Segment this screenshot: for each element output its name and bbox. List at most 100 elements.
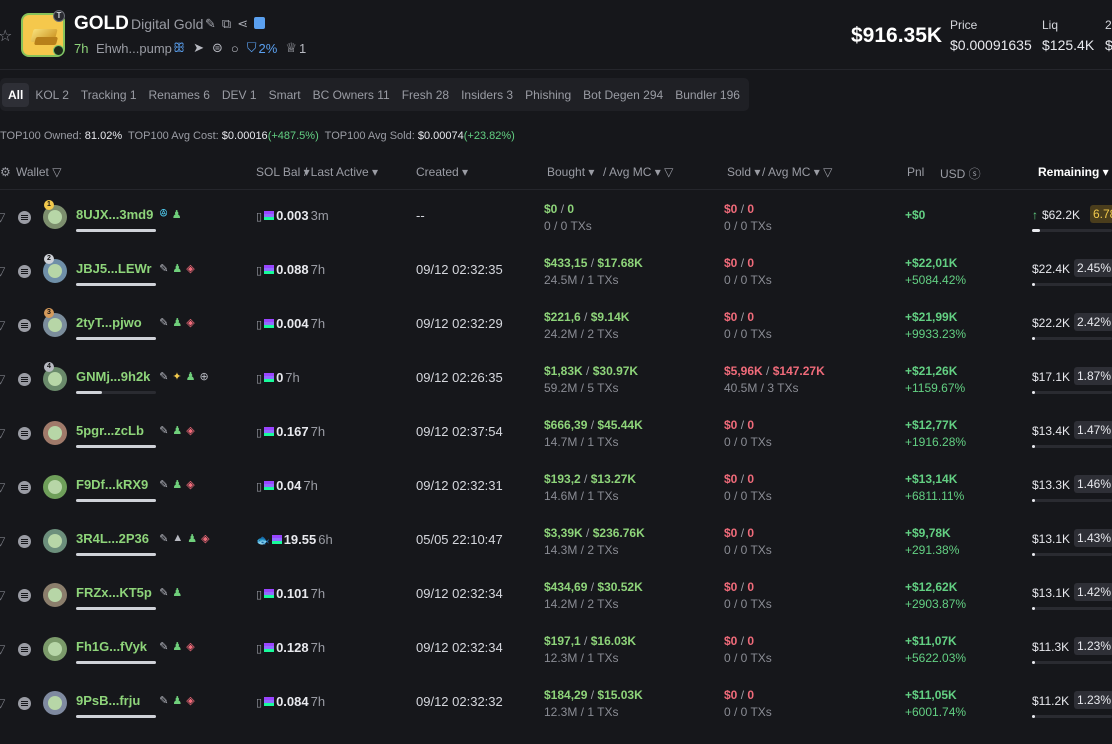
filter-tab-smart[interactable]: Smart: [263, 83, 307, 107]
filter-tab-dev-1[interactable]: DEV 1: [216, 83, 263, 107]
col-created[interactable]: Created ▾: [416, 165, 468, 179]
fish-icon: ꔮ: [159, 208, 168, 220]
sol-balance: ▯ 0.088 7h: [256, 262, 326, 277]
table-row[interactable]: ▽ F9Df...kRX9 ✎ ♟ ◈ ▯ 0.04 7h 09/12 02:32:31…: [0, 461, 1112, 515]
holding-bar: [76, 499, 156, 502]
copy-icon[interactable]: ▯: [256, 643, 262, 655]
social-links: ꕥ ➤ ⊜ ○ ⛉ 2% ♕ 1: [173, 40, 306, 56]
menu-icon[interactable]: [18, 373, 31, 386]
filter-icon[interactable]: ▽: [0, 372, 5, 386]
menu-icon[interactable]: [18, 265, 31, 278]
copy-icon[interactable]: ⧉: [222, 16, 231, 32]
filter-icon[interactable]: ▽: [0, 264, 5, 278]
sold-sub: 0 / 0 TXs: [724, 219, 772, 233]
copy-icon[interactable]: ▯: [256, 589, 262, 601]
star-icon[interactable]: ☆: [0, 26, 12, 46]
filter-icon[interactable]: ▽: [0, 210, 5, 224]
wallet-address[interactable]: Fh1G...fVyk: [76, 639, 147, 654]
pnl-pct: +1916.28%: [905, 435, 967, 449]
telegram-icon[interactable]: ➤: [193, 40, 204, 56]
filter-tab-insiders-3[interactable]: Insiders 3: [455, 83, 519, 107]
copy-icon[interactable]: ▯: [256, 697, 262, 709]
table-row[interactable]: ▽ 1 8UJX...3md9 ꔮ ♟ ▯ 0.003 3m -- $0 / 0 0 …: [0, 191, 1112, 245]
table-row[interactable]: ▽ 9PsB...frju ✎ ♟ ◈ ▯ 0.084 7h 09/12 02:32:3…: [0, 677, 1112, 731]
share-icon[interactable]: ⋖: [237, 16, 248, 32]
col-sold-avg-mc[interactable]: / Avg MC ▾ ▽: [762, 165, 832, 179]
bought-sub: 14.7M / 1 TXs: [544, 435, 619, 449]
created-time: 09/12 02:37:54: [416, 424, 503, 439]
col-last-active[interactable]: / Last Active ▾: [304, 165, 378, 179]
copy-icon[interactable]: ▯: [256, 373, 262, 385]
table-row[interactable]: ▽ FRZx...KT5p ✎ ♟ ▯ 0.101 7h 09/12 02:32:34…: [0, 569, 1112, 623]
wallet-address[interactable]: 2tyT...pjwo: [76, 315, 142, 330]
remaining-bar: [1032, 229, 1112, 232]
filter-icon[interactable]: ▽: [0, 480, 5, 494]
filter-icon[interactable]: ▽: [0, 696, 5, 710]
copy-icon[interactable]: ▯: [256, 319, 262, 331]
token-address[interactable]: Ehwh...pump: [96, 41, 172, 56]
wallet-address[interactable]: F9Df...kRX9: [76, 477, 148, 492]
sold-value: $0 / 0: [724, 688, 755, 702]
avatar: [43, 529, 67, 553]
menu-icon[interactable]: [18, 211, 31, 224]
menu-icon[interactable]: [18, 535, 31, 548]
wallet-address[interactable]: 3R4L...2P36: [76, 531, 149, 546]
col-wallet[interactable]: Wallet ▽: [16, 165, 61, 179]
copy-icon[interactable]: ▯: [256, 265, 262, 277]
sold-value: $0 / 0: [724, 256, 755, 270]
menu-icon[interactable]: [18, 427, 31, 440]
menu-icon[interactable]: [18, 319, 31, 332]
filter-tab-all[interactable]: All: [2, 82, 30, 107]
filter-icon[interactable]: ▽: [0, 426, 5, 440]
shield-icon[interactable]: [254, 17, 266, 29]
filter-icon[interactable]: ▽: [0, 588, 5, 602]
bought-sub: 14.6M / 1 TXs: [544, 489, 619, 503]
wallet-address[interactable]: FRZx...KT5p: [76, 585, 152, 600]
wallet-address[interactable]: JBJ5...LEWr: [76, 261, 152, 276]
filter-icon[interactable]: ▽: [0, 318, 5, 332]
menu-icon[interactable]: [18, 643, 31, 656]
filter-tab-bc-owners-11[interactable]: BC Owners 11: [307, 83, 396, 107]
wallet-address[interactable]: 5pgr...zcLb: [76, 423, 144, 438]
col-remaining[interactable]: Remaining ▾: [1038, 165, 1109, 179]
filter-icon[interactable]: ▽: [0, 534, 5, 548]
col-sold[interactable]: Sold ▾: [727, 165, 760, 179]
search-icon[interactable]: ○: [231, 41, 239, 56]
table-row[interactable]: ▽ 5pgr...zcLb ✎ ♟ ◈ ▯ 0.167 7h 09/12 02:37:5…: [0, 407, 1112, 461]
remaining-value: $17.1K: [1032, 370, 1071, 384]
col-sol-bal[interactable]: SOL Bal ▾: [256, 165, 310, 179]
menu-icon[interactable]: [18, 481, 31, 494]
wallet-address[interactable]: 9PsB...frju: [76, 693, 140, 708]
wallet-address[interactable]: GNMj...9h2k: [76, 369, 150, 384]
copy-icon[interactable]: ▯: [256, 427, 262, 439]
edit-icon: ✎: [159, 641, 169, 653]
filter-tab-fresh-28[interactable]: Fresh 28: [396, 83, 455, 107]
copy-icon[interactable]: ▯: [256, 211, 262, 223]
table-row[interactable]: ▽ 3 2tyT...pjwo ✎ ♟ ◈ ▯ 0.004 7h 09/12 02:32…: [0, 299, 1112, 353]
filter-tab-bot-degen-294[interactable]: Bot Degen 294: [577, 83, 669, 107]
settings-icon[interactable]: ⚙: [0, 165, 11, 179]
col-pnl[interactable]: Pnl: [907, 165, 924, 179]
table-row[interactable]: ▽ 2 JBJ5...LEWr ✎ ♟ ◈ ▯ 0.088 7h 09/12 02:32…: [0, 245, 1112, 299]
menu-icon[interactable]: [18, 697, 31, 710]
filter-icon[interactable]: ▽: [0, 642, 5, 656]
filter-tab-kol-2[interactable]: KOL 2: [29, 83, 75, 107]
pnl-value: +$13,14K: [905, 472, 958, 486]
filter-tab-tracking-1[interactable]: Tracking 1: [75, 83, 143, 107]
community-icon[interactable]: ꕥ: [173, 40, 185, 56]
filter-tab-renames-6[interactable]: Renames 6: [143, 83, 216, 107]
table-row[interactable]: ▽ 4 GNMj...9h2k ✎ ✦ ♟ ⊕ ▯ 0 7h 09/12 02:26:35…: [0, 353, 1112, 407]
website-icon[interactable]: ⊜: [212, 40, 223, 56]
copy-icon[interactable]: ▯: [256, 481, 262, 493]
table-row[interactable]: ▽ 3R4L...2P36 ✎ ▲ ♟ ◈ 🐟 19.55 6h 05/05 22:10:…: [0, 515, 1112, 569]
col-usd-toggle[interactable]: USD ⓢ: [940, 165, 981, 182]
filter-tab-phishing[interactable]: Phishing: [519, 83, 577, 107]
col-bought-avg-mc[interactable]: / Avg MC ▾ ▽: [603, 165, 673, 179]
sol-balance: ▯ 0 7h: [256, 370, 300, 385]
table-row[interactable]: ▽ Fh1G...fVyk ✎ ♟ ◈ ▯ 0.128 7h 09/12 02:32:3…: [0, 623, 1112, 677]
menu-icon[interactable]: [18, 589, 31, 602]
wallet-address[interactable]: 8UJX...3md9: [76, 207, 153, 222]
col-bought[interactable]: Bought ▾: [547, 165, 594, 179]
edit-icon[interactable]: ✎: [205, 16, 216, 32]
filter-tab-bundler-196[interactable]: Bundler 196: [669, 83, 746, 107]
